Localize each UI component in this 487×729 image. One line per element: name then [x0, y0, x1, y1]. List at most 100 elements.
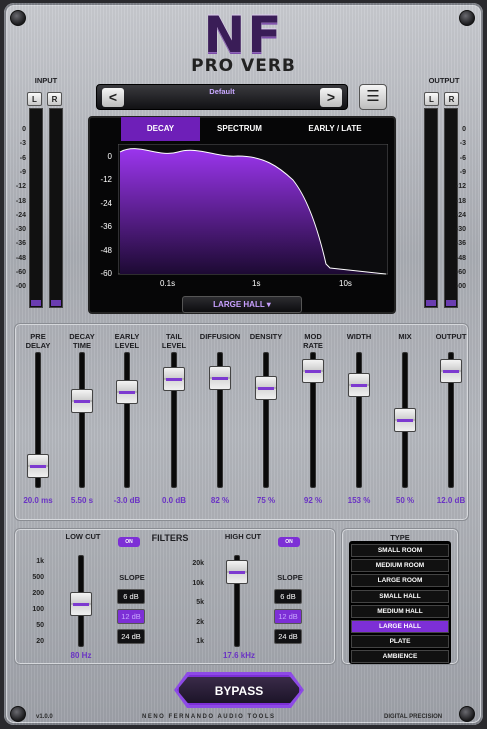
fader-thumb[interactable] — [163, 367, 185, 392]
fader-thumb[interactable] — [71, 389, 93, 414]
meter-scale-tick: -18 — [15, 197, 26, 205]
type-item-plate[interactable]: PLATE — [351, 635, 449, 649]
preset-prev-button[interactable]: < — [102, 88, 124, 107]
type-item-medium-hall[interactable]: MEDIUM HALL — [351, 604, 449, 618]
type-item-ambience[interactable]: AMBIENCE — [351, 650, 449, 664]
fader-label: MIX — [398, 332, 412, 341]
fader-thumb[interactable] — [440, 359, 462, 384]
meter-scale-tick: -24 — [15, 211, 26, 219]
meter-scale-tick: -48 — [455, 254, 466, 262]
fader-label: DENSITY — [249, 332, 283, 341]
input-meter-left — [29, 108, 43, 308]
meter-scale-tick: -30 — [15, 226, 26, 234]
meter-scale-tick: -9 — [19, 168, 26, 176]
high-cut-on-toggle[interactable]: ON — [278, 537, 300, 547]
meter-scale-tick: -12 — [455, 183, 466, 191]
filters-on-toggle[interactable]: ON — [118, 537, 140, 547]
output-meter-right — [444, 108, 458, 308]
graph-y-tick: -12 — [100, 175, 112, 185]
tagline: DIGITAL PRECISION — [384, 714, 443, 720]
low-slope-label: SLOPE — [119, 573, 145, 582]
low-cut-value: 80 Hz — [70, 651, 92, 660]
preset-bar: < Default > — [96, 84, 348, 110]
fader-value: 0.0 dB — [161, 496, 186, 505]
fader-value: 82 % — [210, 496, 230, 505]
graph-y-tick: 0 — [107, 152, 112, 161]
type-item-medium-room[interactable]: MEDIUM ROOM — [351, 559, 449, 573]
low-slope-button[interactable]: 12 dB — [117, 609, 145, 624]
fader-thumb[interactable] — [302, 359, 324, 384]
tab-decay[interactable]: DECAY — [121, 117, 200, 141]
high-cut-scale-tick: 1k — [196, 638, 204, 645]
high-cut-thumb[interactable] — [226, 559, 248, 584]
output-meter-left — [424, 108, 438, 308]
fader-label: WIDTH — [346, 332, 372, 341]
fader-thumb[interactable] — [209, 366, 231, 391]
low-cut-scale-tick: 1k — [36, 558, 44, 565]
fader-label: MOD RATE — [303, 332, 323, 350]
low-cut-scale-tick: 50 — [36, 622, 44, 629]
high-cut-scale-tick: 20k — [192, 560, 204, 567]
meter-scale-tick: -60 — [455, 269, 466, 276]
input-right-button[interactable]: R — [47, 92, 62, 106]
tab-early-late[interactable]: EARLY / LATE — [279, 117, 391, 141]
low-slope-button[interactable]: 6 dB — [117, 589, 145, 604]
type-item-large-room[interactable]: LARGE ROOM — [351, 574, 449, 588]
fader-thumb[interactable] — [27, 454, 49, 479]
fader-value: 50 % — [395, 496, 415, 505]
meter-scale-tick: -9 — [459, 168, 466, 176]
graph-x-tick: 0.1s — [160, 279, 176, 288]
fader-value: 75 % — [256, 496, 276, 505]
hall-select[interactable]: LARGE HALL ▾ — [182, 296, 302, 313]
graph-x-tick: 10s — [339, 279, 352, 288]
fader-thumb[interactable] — [394, 408, 416, 432]
fader-value: 153 % — [347, 496, 371, 505]
fader-track — [124, 352, 130, 488]
menu-button[interactable]: ☰ — [359, 84, 387, 110]
low-cut-scale-tick: 100 — [32, 606, 44, 613]
low-cut-thumb[interactable] — [70, 592, 92, 617]
meter-scale-tick: -6 — [459, 154, 466, 162]
output-meter-label: OUTPUT — [428, 76, 460, 85]
input-left-button[interactable]: L — [27, 92, 42, 106]
screw-icon — [10, 706, 26, 722]
meter-scale-tick: -00 — [455, 283, 466, 291]
bypass-button[interactable]: BYPASS — [177, 675, 301, 705]
high-slope-button[interactable]: 6 dB — [274, 589, 302, 604]
low-cut-scale-tick: 200 — [32, 590, 44, 597]
graph-x-tick: 1s — [252, 279, 261, 288]
fader-value: 92 % — [303, 496, 323, 505]
meter-scale-tick: 0 — [22, 126, 26, 133]
fader-thumb[interactable] — [116, 380, 138, 405]
fader-value: 12.0 dB — [436, 496, 466, 505]
high-cut-scale-tick: 10k — [192, 579, 204, 587]
high-slope-button[interactable]: 12 dB — [274, 609, 302, 624]
fader-track — [79, 352, 85, 488]
fader-label: DIFFUSION — [199, 332, 241, 341]
high-slope-button[interactable]: 24 dB — [274, 629, 302, 644]
high-cut-label: HIGH CUT — [224, 532, 262, 541]
decay-curve-graph — [118, 144, 388, 275]
meter-scale-tick: -6 — [19, 154, 26, 162]
low-slope-button[interactable]: 24 dB — [117, 629, 145, 644]
fader-thumb[interactable] — [348, 373, 370, 398]
low-cut-scale-tick: 500 — [32, 574, 44, 581]
low-cut-scale-tick: 20 — [36, 638, 44, 645]
preset-name[interactable]: Default — [127, 87, 317, 97]
screw-icon — [459, 706, 475, 722]
type-item-small-room[interactable]: SMALL ROOM — [351, 544, 449, 557]
graph-y-tick: -60 — [100, 269, 112, 278]
fader-label: EARLY LEVEL — [114, 332, 140, 350]
output-left-button[interactable]: L — [424, 92, 439, 106]
output-right-button[interactable]: R — [444, 92, 459, 106]
fader-track — [263, 352, 269, 488]
type-item-small-hall[interactable]: SMALL HALL — [351, 589, 449, 603]
low-cut-label: LOW CUT — [65, 532, 101, 541]
fader-thumb[interactable] — [255, 375, 277, 400]
high-cut-scale-tick: 2k — [196, 618, 204, 626]
tab-spectrum[interactable]: SPECTRUM — [200, 117, 279, 141]
type-item-large-hall[interactable]: LARGE HALL — [351, 620, 449, 633]
meter-scale-tick: -18 — [455, 197, 466, 205]
preset-next-button[interactable]: > — [320, 88, 342, 107]
company-name: NENO FERNANDO AUDIO TOOLS — [142, 714, 276, 720]
